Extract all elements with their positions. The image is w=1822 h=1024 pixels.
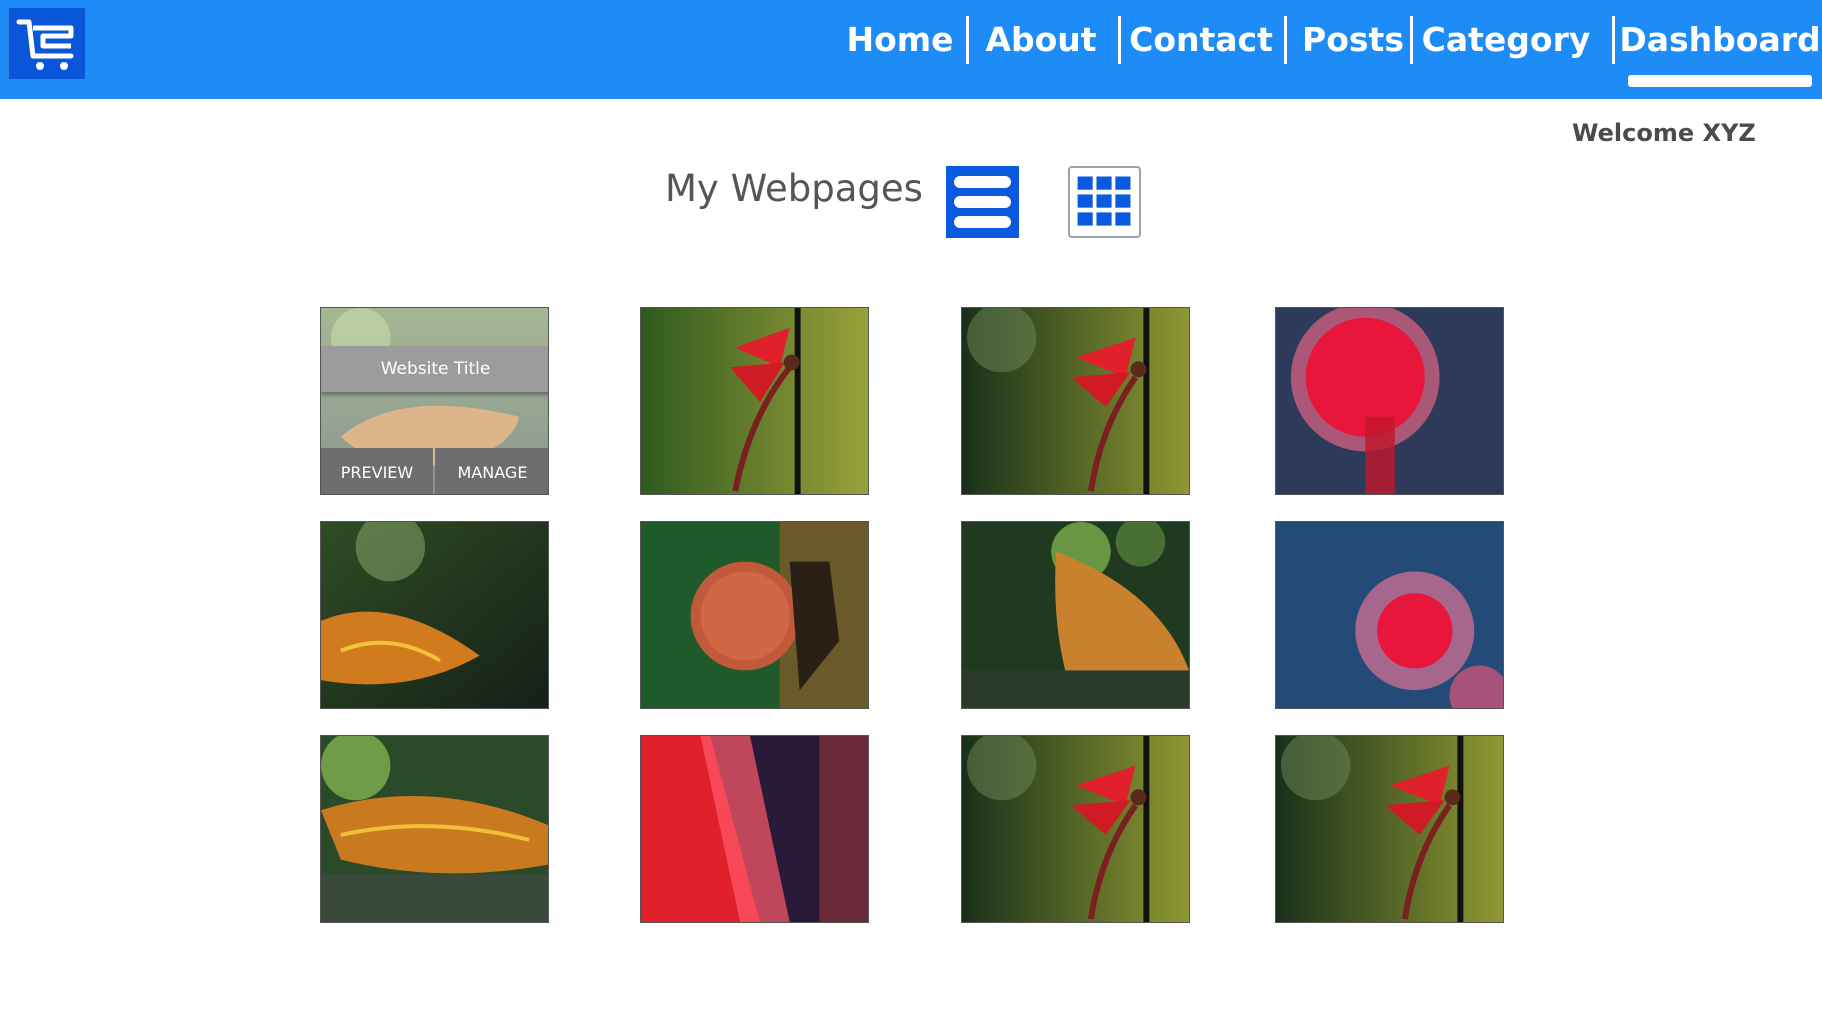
dragonfly-thumbnail-image: [1276, 736, 1503, 922]
nav-divider: [1410, 16, 1413, 64]
website-title: Website Title: [321, 346, 548, 392]
logo[interactable]: [8, 7, 86, 80]
webpage-thumbnail[interactable]: [961, 735, 1190, 923]
webpage-thumbnail[interactable]: [961, 521, 1190, 709]
webpage-thumbnail[interactable]: [320, 521, 549, 709]
nav-category[interactable]: Category: [1422, 14, 1591, 64]
page-title: My Webpages: [665, 167, 923, 210]
manage-button[interactable]: MANAGE: [435, 448, 548, 494]
leaf-thumbnail-image: [962, 522, 1189, 708]
webpage-thumbnail[interactable]: [640, 521, 869, 709]
list-view-icon: [954, 176, 1011, 228]
preview-button[interactable]: PREVIEW: [321, 448, 433, 494]
nav-dashboard[interactable]: Dashboard: [1619, 14, 1820, 64]
nav-home[interactable]: Home: [846, 14, 953, 64]
pink-flower-thumbnail-image: [1276, 522, 1503, 708]
webpage-thumbnail[interactable]: [961, 307, 1190, 495]
tile-hover-overlay: Website Title PREVIEW MANAGE: [321, 308, 548, 494]
webpage-thumbnail[interactable]: Website Title PREVIEW MANAGE: [320, 307, 549, 495]
dragonfly-thumbnail-image: [641, 308, 868, 494]
grid-view-icon: [1077, 176, 1131, 226]
nav-contact[interactable]: Contact: [1129, 14, 1273, 64]
nav-divider: [1284, 16, 1287, 64]
shopping-cart-icon: [16, 19, 74, 70]
nav-posts[interactable]: Posts: [1302, 14, 1404, 64]
webpage-thumbnail[interactable]: [1275, 307, 1504, 495]
top-navbar: Home About Contact Posts Category Dashbo…: [0, 0, 1822, 99]
webpage-thumbnail[interactable]: [320, 735, 549, 923]
dragonfly-thumbnail-image: [962, 308, 1189, 494]
webpage-thumbnail[interactable]: [640, 307, 869, 495]
welcome-message: Welcome XYZ: [1572, 119, 1756, 147]
active-nav-indicator: [1628, 75, 1812, 87]
leaf-thumbnail-image: [321, 736, 548, 922]
grid-view-button[interactable]: [1068, 166, 1141, 238]
red-flower-thumbnail-image: [1276, 308, 1503, 494]
fly-eye-thumbnail-image: [641, 522, 868, 708]
red-blur-thumbnail-image: [641, 736, 868, 922]
nav-divider: [1612, 16, 1615, 64]
dragonfly-thumbnail-image: [962, 736, 1189, 922]
nav-about[interactable]: About: [985, 14, 1096, 64]
nav-divider: [1118, 16, 1121, 64]
webpage-thumbnail[interactable]: [640, 735, 869, 923]
webpage-thumbnail[interactable]: [1275, 521, 1504, 709]
webpage-thumbnail[interactable]: [1275, 735, 1504, 923]
leaf-thumbnail-image: [321, 522, 548, 708]
list-view-button[interactable]: [946, 166, 1019, 238]
nav-divider: [966, 16, 969, 64]
